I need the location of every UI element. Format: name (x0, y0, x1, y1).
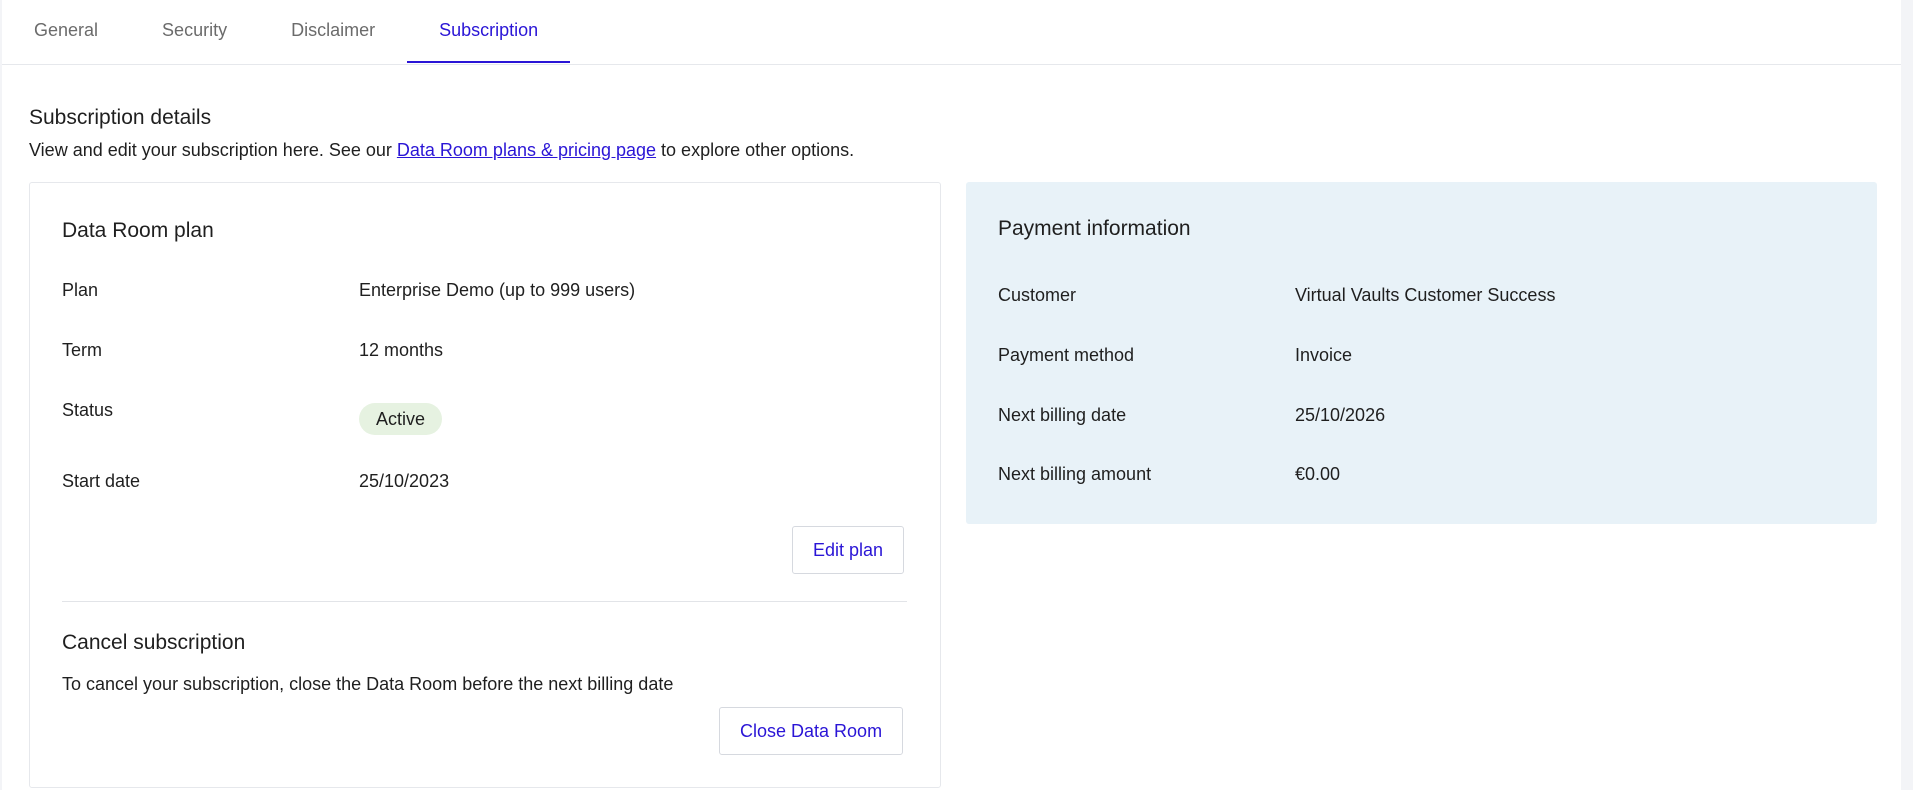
tab-general[interactable]: General (2, 0, 130, 62)
tab-disclaimer[interactable]: Disclaimer (259, 0, 407, 62)
close-data-room-button[interactable]: Close Data Room (719, 707, 904, 755)
settings-tabs: General Security Disclaimer Subscription (2, 0, 1901, 65)
start-date-label: Start date (62, 471, 141, 491)
plan-label: Plan (62, 280, 99, 300)
status-badge: Active (359, 403, 443, 435)
customer-value: Virtual Vaults Customer Success (1295, 285, 1556, 305)
section-title: Subscription details (29, 106, 212, 129)
data-room-plan-card: Data Room plan Plan Enterprise Demo (up … (29, 182, 941, 788)
status-label: Status (62, 400, 114, 420)
term-value: 12 months (359, 340, 444, 360)
tab-subscription[interactable]: Subscription (407, 0, 571, 63)
payment-method-label: Payment method (998, 345, 1135, 365)
settings-page: General Security Disclaimer Subscription… (2, 0, 1901, 790)
pricing-page-link[interactable]: Data Room plans & pricing page (397, 140, 656, 160)
section-desc-before: View and edit your subscription here. Se… (29, 140, 397, 160)
cancel-subscription-description: To cancel your subscription, close the D… (62, 674, 674, 694)
section-desc-after: to explore other options. (656, 140, 855, 160)
section-description: View and edit your subscription here. Se… (29, 140, 854, 161)
next-billing-date-label: Next billing date (998, 405, 1127, 425)
plan-card-title: Data Room plan (62, 219, 214, 242)
edit-plan-button[interactable]: Edit plan (792, 526, 905, 574)
payment-information-card: Payment information Customer Virtual Vau… (966, 182, 1877, 524)
tab-security[interactable]: Security (130, 0, 259, 62)
customer-label: Customer (998, 285, 1077, 305)
divider (62, 601, 907, 602)
term-label: Term (62, 340, 102, 360)
next-billing-amount-value: €0.00 (1295, 464, 1341, 484)
plan-value: Enterprise Demo (up to 999 users) (359, 280, 636, 300)
payment-card-title: Payment information (998, 217, 1191, 240)
payment-method-value: Invoice (1295, 345, 1353, 365)
next-billing-date-value: 25/10/2026 (1295, 405, 1386, 425)
start-date-value: 25/10/2023 (359, 471, 450, 491)
cancel-subscription-title: Cancel subscription (62, 631, 246, 654)
next-billing-amount-label: Next billing amount (998, 464, 1152, 484)
